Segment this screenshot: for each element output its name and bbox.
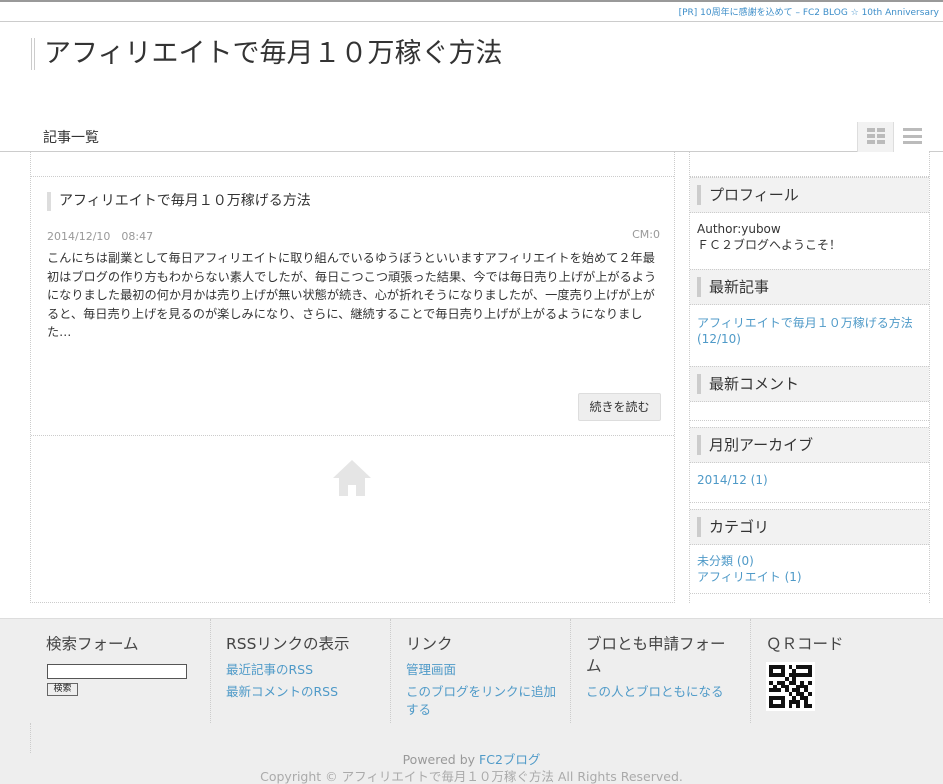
archives-list: 2014/12 (1) [697, 472, 925, 488]
recent-posts-list: アフィリエイトで毎月１０万稼げる方法 (12/10) [697, 315, 925, 347]
profile-author: Author:yubow [697, 222, 781, 236]
footer-search: 検索フォーム 検索 [31, 619, 211, 723]
rss-recent-posts-link[interactable]: 最近記事のRSS [226, 661, 338, 679]
qr-heading: ＱＲコード [766, 635, 844, 653]
categories-heading-text: カテゴリ [697, 517, 769, 537]
qr-code-image [766, 662, 815, 711]
sidebar: プロフィール Author:yubow ＦＣ２ブログへようこそ！ 最新記事 アフ… [689, 152, 930, 603]
pr-link[interactable]: [PR] 10周年に感謝を込めて – FC2 BLOG ☆ 10th Anniv… [679, 5, 939, 18]
rss-heading: RSSリンクの表示 [226, 635, 350, 653]
search-input[interactable] [47, 664, 187, 679]
become-friend-link[interactable]: この人とブロともになる [586, 683, 724, 701]
list-view-button[interactable] [893, 122, 929, 152]
category-link[interactable]: 未分類 (0) [697, 553, 925, 569]
recent-comments-heading-text: 最新コメント [697, 374, 799, 394]
pr-bar: [PR] 10周年に感謝を込めて – FC2 BLOG ☆ 10th Anniv… [0, 0, 943, 22]
divider [690, 420, 929, 421]
entry-date: 2014/12/10 08:47 [47, 230, 154, 243]
main-top-band [31, 152, 674, 177]
list-icon [903, 128, 922, 144]
categories-list: 未分類 (0) アフィリエイト (1) [697, 553, 925, 585]
friend-links: この人とブロともになる [586, 683, 724, 705]
footer-rss: RSSリンクの表示 最近記事のRSS 最新コメントのRSS [211, 619, 391, 723]
category-link[interactable]: アフィリエイト (1) [697, 569, 925, 585]
blog-title[interactable]: アフィリエイトで毎月１０万稼ぐ方法 [31, 38, 502, 70]
profile-body: Author:yubow ＦＣ２ブログへようこそ！ [697, 221, 925, 253]
divider [31, 435, 674, 436]
main-content: アフィリエイトで毎月１０万稼げる方法 2014/12/10 08:47 CM:0… [30, 152, 675, 603]
recent-posts-heading: 最新記事 [690, 269, 929, 305]
add-to-links-link[interactable]: このブログをリンクに追加する [406, 683, 561, 719]
home-icon[interactable] [331, 458, 373, 498]
divider [690, 502, 929, 503]
divider [690, 593, 929, 594]
footer-friend: ブロとも申請フォーム この人とブロともになる [571, 619, 751, 723]
grid-icon [867, 128, 885, 144]
powered-by: Powered by FC2ブログ [0, 752, 943, 768]
divider [30, 723, 31, 753]
archives-heading: 月別アーカイブ [690, 427, 929, 463]
recent-post-link[interactable]: アフィリエイトで毎月１０万稼げる方法 (12/10) [697, 315, 925, 347]
admin-link[interactable]: 管理画面 [406, 661, 561, 679]
sidebar-top-band [690, 152, 929, 177]
search-heading: 検索フォーム [46, 635, 139, 653]
recent-comments-heading: 最新コメント [690, 366, 929, 402]
profile-heading: プロフィール [690, 177, 929, 213]
fc2-blog-link[interactable]: FC2ブログ [479, 752, 540, 767]
copyright: Copyright © アフィリエイトで毎月１０万稼ぐ方法 All Rights… [260, 769, 683, 784]
rss-links: 最近記事のRSS 最新コメントのRSS [226, 661, 338, 705]
read-more-button[interactable]: 続きを読む [578, 393, 661, 421]
powered-by-text: Powered by [402, 752, 480, 767]
footer-qr: ＱＲコード [751, 619, 931, 723]
entry-body: こんにちは副業として毎日アフィリエイトに取り組んでいるゆうぼうといいますアフィリ… [47, 251, 657, 339]
profile-message: ＦＣ２ブログへようこそ！ [697, 238, 842, 252]
grid-view-button[interactable] [857, 122, 893, 152]
recent-posts-heading-text: 最新記事 [697, 277, 769, 297]
links-list: 管理画面 このブログをリンクに追加する [406, 661, 561, 723]
friend-heading: ブロとも申請フォーム [586, 635, 726, 675]
archives-heading-text: 月別アーカイブ [697, 435, 813, 455]
entry-title[interactable]: アフィリエイトで毎月１０万稼げる方法 [47, 192, 311, 211]
archive-link[interactable]: 2014/12 (1) [697, 472, 925, 488]
footer-links: リンク 管理画面 このブログをリンクに追加する [391, 619, 571, 723]
nav-article-list[interactable]: 記事一覧 [43, 127, 99, 147]
categories-heading: カテゴリ [690, 509, 929, 545]
profile-heading-text: プロフィール [697, 185, 799, 205]
nav-bar: 記事一覧 [0, 122, 943, 152]
search-button[interactable]: 検索 [47, 683, 78, 696]
rss-recent-comments-link[interactable]: 最新コメントのRSS [226, 683, 338, 701]
entry-comment-count[interactable]: CM:0 [632, 228, 660, 241]
footer: 検索フォーム 検索 RSSリンクの表示 最近記事のRSS 最新コメントのRSS … [0, 618, 943, 784]
links-heading: リンク [406, 635, 453, 653]
